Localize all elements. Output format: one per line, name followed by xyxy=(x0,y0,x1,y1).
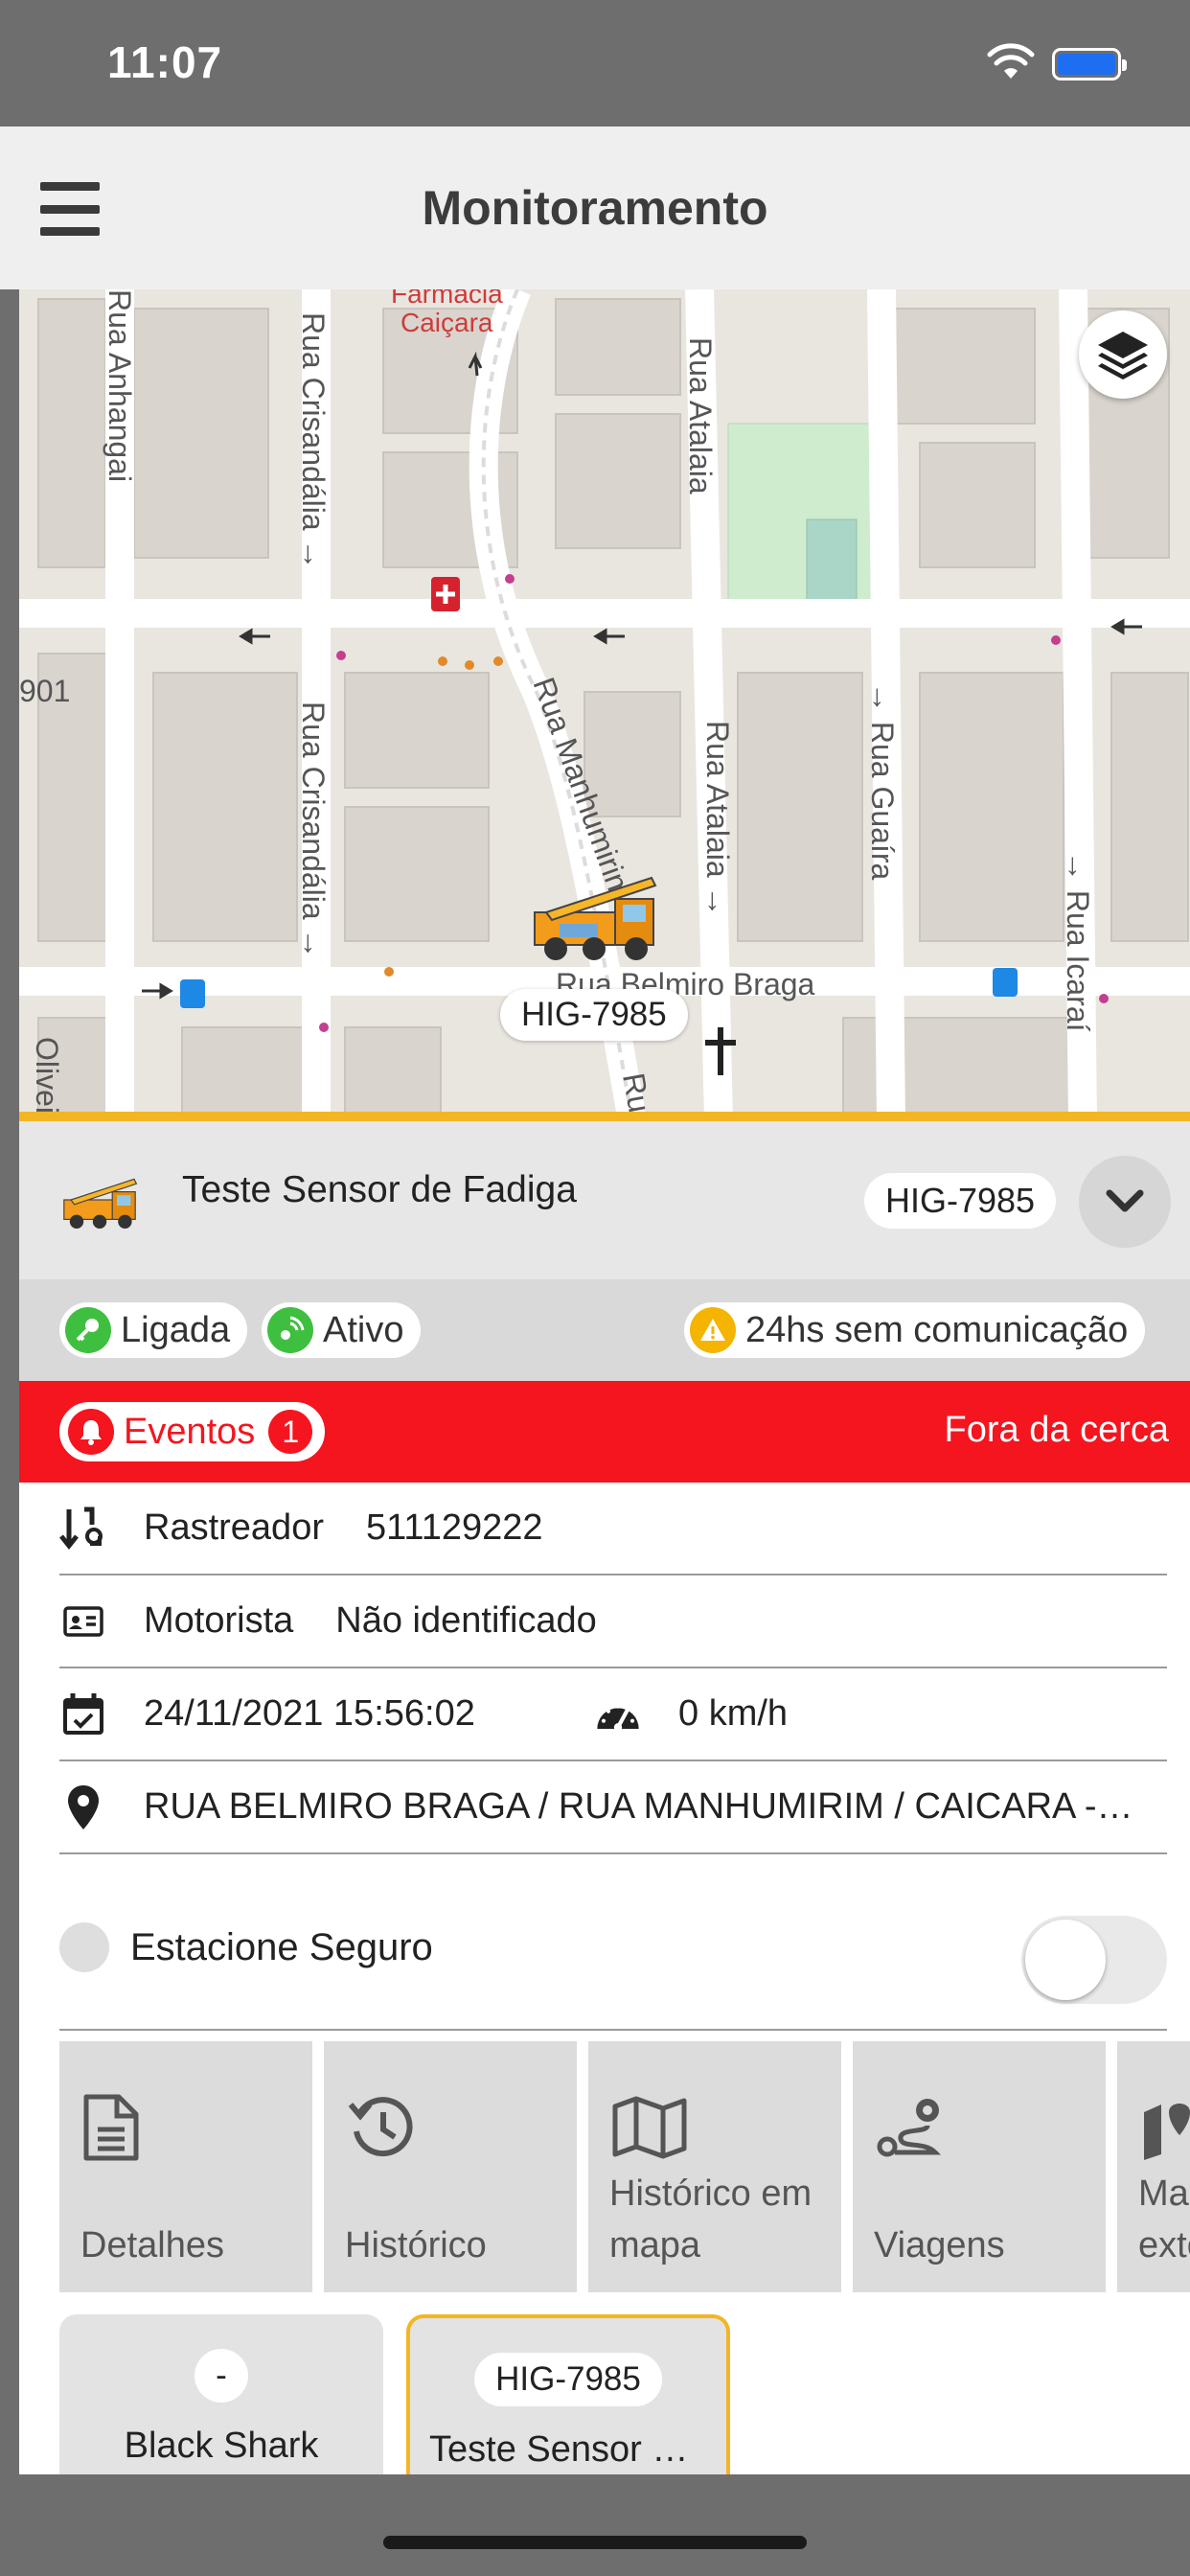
address-row: RUA BELMIRO BRAGA / RUA MANHUMIRIM / CAI… xyxy=(59,1761,1167,1854)
external-map-action-label: Mapa externo xyxy=(1138,2174,1190,2266)
details-panel: Rastreador 511129222 Motorista Não ident… xyxy=(19,1483,1190,2474)
fleet-card[interactable]: - Black Shark xyxy=(59,2314,383,2474)
datetime-value: 24/11/2021 15:56:02 xyxy=(144,1693,475,1734)
fleet-carousel: - Black Shark HIG-7985 Teste Sensor de F… xyxy=(59,2314,730,2474)
map-icon xyxy=(612,2096,687,2159)
tracker-row: Rastreador 511129222 xyxy=(59,1483,1167,1576)
trips-action-button[interactable]: Viagens xyxy=(853,2041,1106,2292)
truck-icon xyxy=(59,1169,146,1241)
home-indicator[interactable] xyxy=(383,2536,807,2549)
ignition-label: Ligada xyxy=(121,1309,231,1350)
map-label-pharmacy: Farmácia xyxy=(391,289,503,309)
layers-button[interactable] xyxy=(1079,310,1167,399)
key-icon xyxy=(65,1307,111,1353)
map-vehicle-plate-label[interactable]: HIG-7985 xyxy=(500,989,688,1041)
status-row: Ligada Ativo 24hs sem comunicação xyxy=(19,1279,1190,1381)
app-bar: Monitoramento xyxy=(0,126,1190,289)
vehicle-plate-badge: HIG-7985 xyxy=(864,1173,1057,1229)
expand-button[interactable] xyxy=(1079,1156,1171,1248)
status-bar: 11:07 xyxy=(0,0,1190,126)
driver-value: Não identificado xyxy=(335,1600,597,1641)
speed-value: 0 km/h xyxy=(678,1693,789,1734)
events-bar[interactable]: Eventos 1 Fora da cerca xyxy=(19,1381,1190,1483)
map-label-oliveira: Oliveira xyxy=(30,1037,64,1121)
history-action-button[interactable]: Histórico xyxy=(324,2041,577,2292)
map-label-pharmacy-2: Caiçara xyxy=(400,308,493,337)
map-view[interactable]: Farmácia Caiçara Rua Anhangai Rua Crisan… xyxy=(19,289,1190,1121)
map-label-rua-atalaia-bottom: Rua Atalaia → xyxy=(700,721,735,917)
safe-parking-toggle[interactable] xyxy=(1021,1916,1167,2004)
address-value: RUA BELMIRO BRAGA / RUA MANHUMIRIM / CAI… xyxy=(144,1786,1140,1827)
signal-label: Ativo xyxy=(323,1309,404,1350)
safe-parking-indicator xyxy=(59,1922,109,1972)
datetime-row: 24/11/2021 15:56:02 0 km/h xyxy=(59,1668,1167,1761)
location-pin-icon xyxy=(59,1783,107,1831)
vehicle-marker-truck-icon[interactable] xyxy=(527,864,671,975)
driver-row: Motorista Não identificado xyxy=(59,1576,1167,1668)
trips-action-label: Viagens xyxy=(874,2225,1005,2266)
page-title: Monitoramento xyxy=(422,181,768,235)
warning-icon xyxy=(690,1307,736,1353)
layers-icon xyxy=(1098,332,1148,380)
map-label-rua-guaira: → Rua Guaíra xyxy=(865,682,900,881)
events-count-badge: 1 xyxy=(268,1410,313,1454)
communication-warning: 24hs sem comunicação xyxy=(684,1302,1146,1358)
status-time: 11:07 xyxy=(107,37,223,87)
map-label-rua-atalaia-top: Rua Atalaia xyxy=(683,337,718,494)
details-action-button[interactable]: Detalhes xyxy=(59,2041,312,2292)
details-action-label: Detalhes xyxy=(80,2225,224,2266)
battery-icon xyxy=(1052,48,1127,80)
ignition-status: Ligada xyxy=(59,1302,248,1358)
external-map-action-button[interactable]: Mapa externo xyxy=(1117,2041,1190,2292)
route-icon xyxy=(877,2099,942,2157)
events-label: Eventos xyxy=(124,1411,256,1452)
map-label-rua-anhangai: Rua Anhangai xyxy=(103,289,137,482)
history-map-action-label: Histórico em mapa xyxy=(609,2174,812,2266)
fleet-card-plate: HIG-7985 xyxy=(474,2353,662,2406)
home-area xyxy=(0,2474,1190,2576)
map-label-ru: Ru xyxy=(616,1070,657,1116)
map-label-rua-crisandalia-top: Rua Crisandália → xyxy=(296,312,331,570)
signal-icon xyxy=(267,1307,313,1353)
document-icon xyxy=(83,2094,139,2161)
driver-label: Motorista xyxy=(144,1600,294,1641)
map-accent-divider xyxy=(19,1112,1190,1121)
tracker-value: 511129222 xyxy=(365,1507,543,1548)
drawer-edge[interactable] xyxy=(0,289,19,2474)
fleet-card-selected[interactable]: HIG-7985 Teste Sensor de Fadiga xyxy=(406,2314,730,2474)
vehicle-name: Teste Sensor de Fadiga xyxy=(182,1169,577,1210)
signal-status: Ativo xyxy=(262,1302,422,1358)
fleet-card-name: Black Shark xyxy=(124,2426,319,2466)
sort-numeric-icon xyxy=(59,1505,107,1552)
calendar-icon xyxy=(59,1690,107,1738)
id-card-icon xyxy=(59,1598,107,1645)
history-icon xyxy=(348,2097,413,2157)
map-label-house-number: 901 xyxy=(19,674,70,708)
fleet-card-name: Teste Sensor de Fadiga xyxy=(429,2429,726,2470)
warning-label: 24hs sem comunicação xyxy=(745,1309,1129,1350)
safe-parking-label: Estacione Seguro xyxy=(130,1925,433,1968)
tracker-label: Rastreador xyxy=(144,1507,324,1548)
safe-parking-row: Estacione Seguro xyxy=(59,1866,1167,2031)
vehicle-header[interactable]: Teste Sensor de Fadiga HIG-7985 xyxy=(19,1121,1190,1279)
chevron-down-icon xyxy=(1106,1189,1144,1212)
map-pin-icon xyxy=(1144,2104,1190,2160)
history-action-label: Histórico xyxy=(345,2225,487,2266)
action-tiles: Detalhes Histórico Histórico em mapa Via… xyxy=(59,2041,1190,2292)
bell-icon xyxy=(68,1409,114,1455)
events-button[interactable]: Eventos 1 xyxy=(59,1402,326,1461)
event-status-text: Fora da cerca xyxy=(944,1410,1169,1450)
wifi-icon xyxy=(987,43,1035,79)
map-label-rua-crisandalia-bottom: Rua Crisandália → xyxy=(296,702,331,959)
map-label-rua-icarai: → Rua Icaraí xyxy=(1061,851,1095,1032)
history-map-action-button[interactable]: Histórico em mapa xyxy=(588,2041,841,2292)
speedometer-icon xyxy=(594,1690,642,1738)
fleet-card-plate: - xyxy=(195,2349,248,2403)
